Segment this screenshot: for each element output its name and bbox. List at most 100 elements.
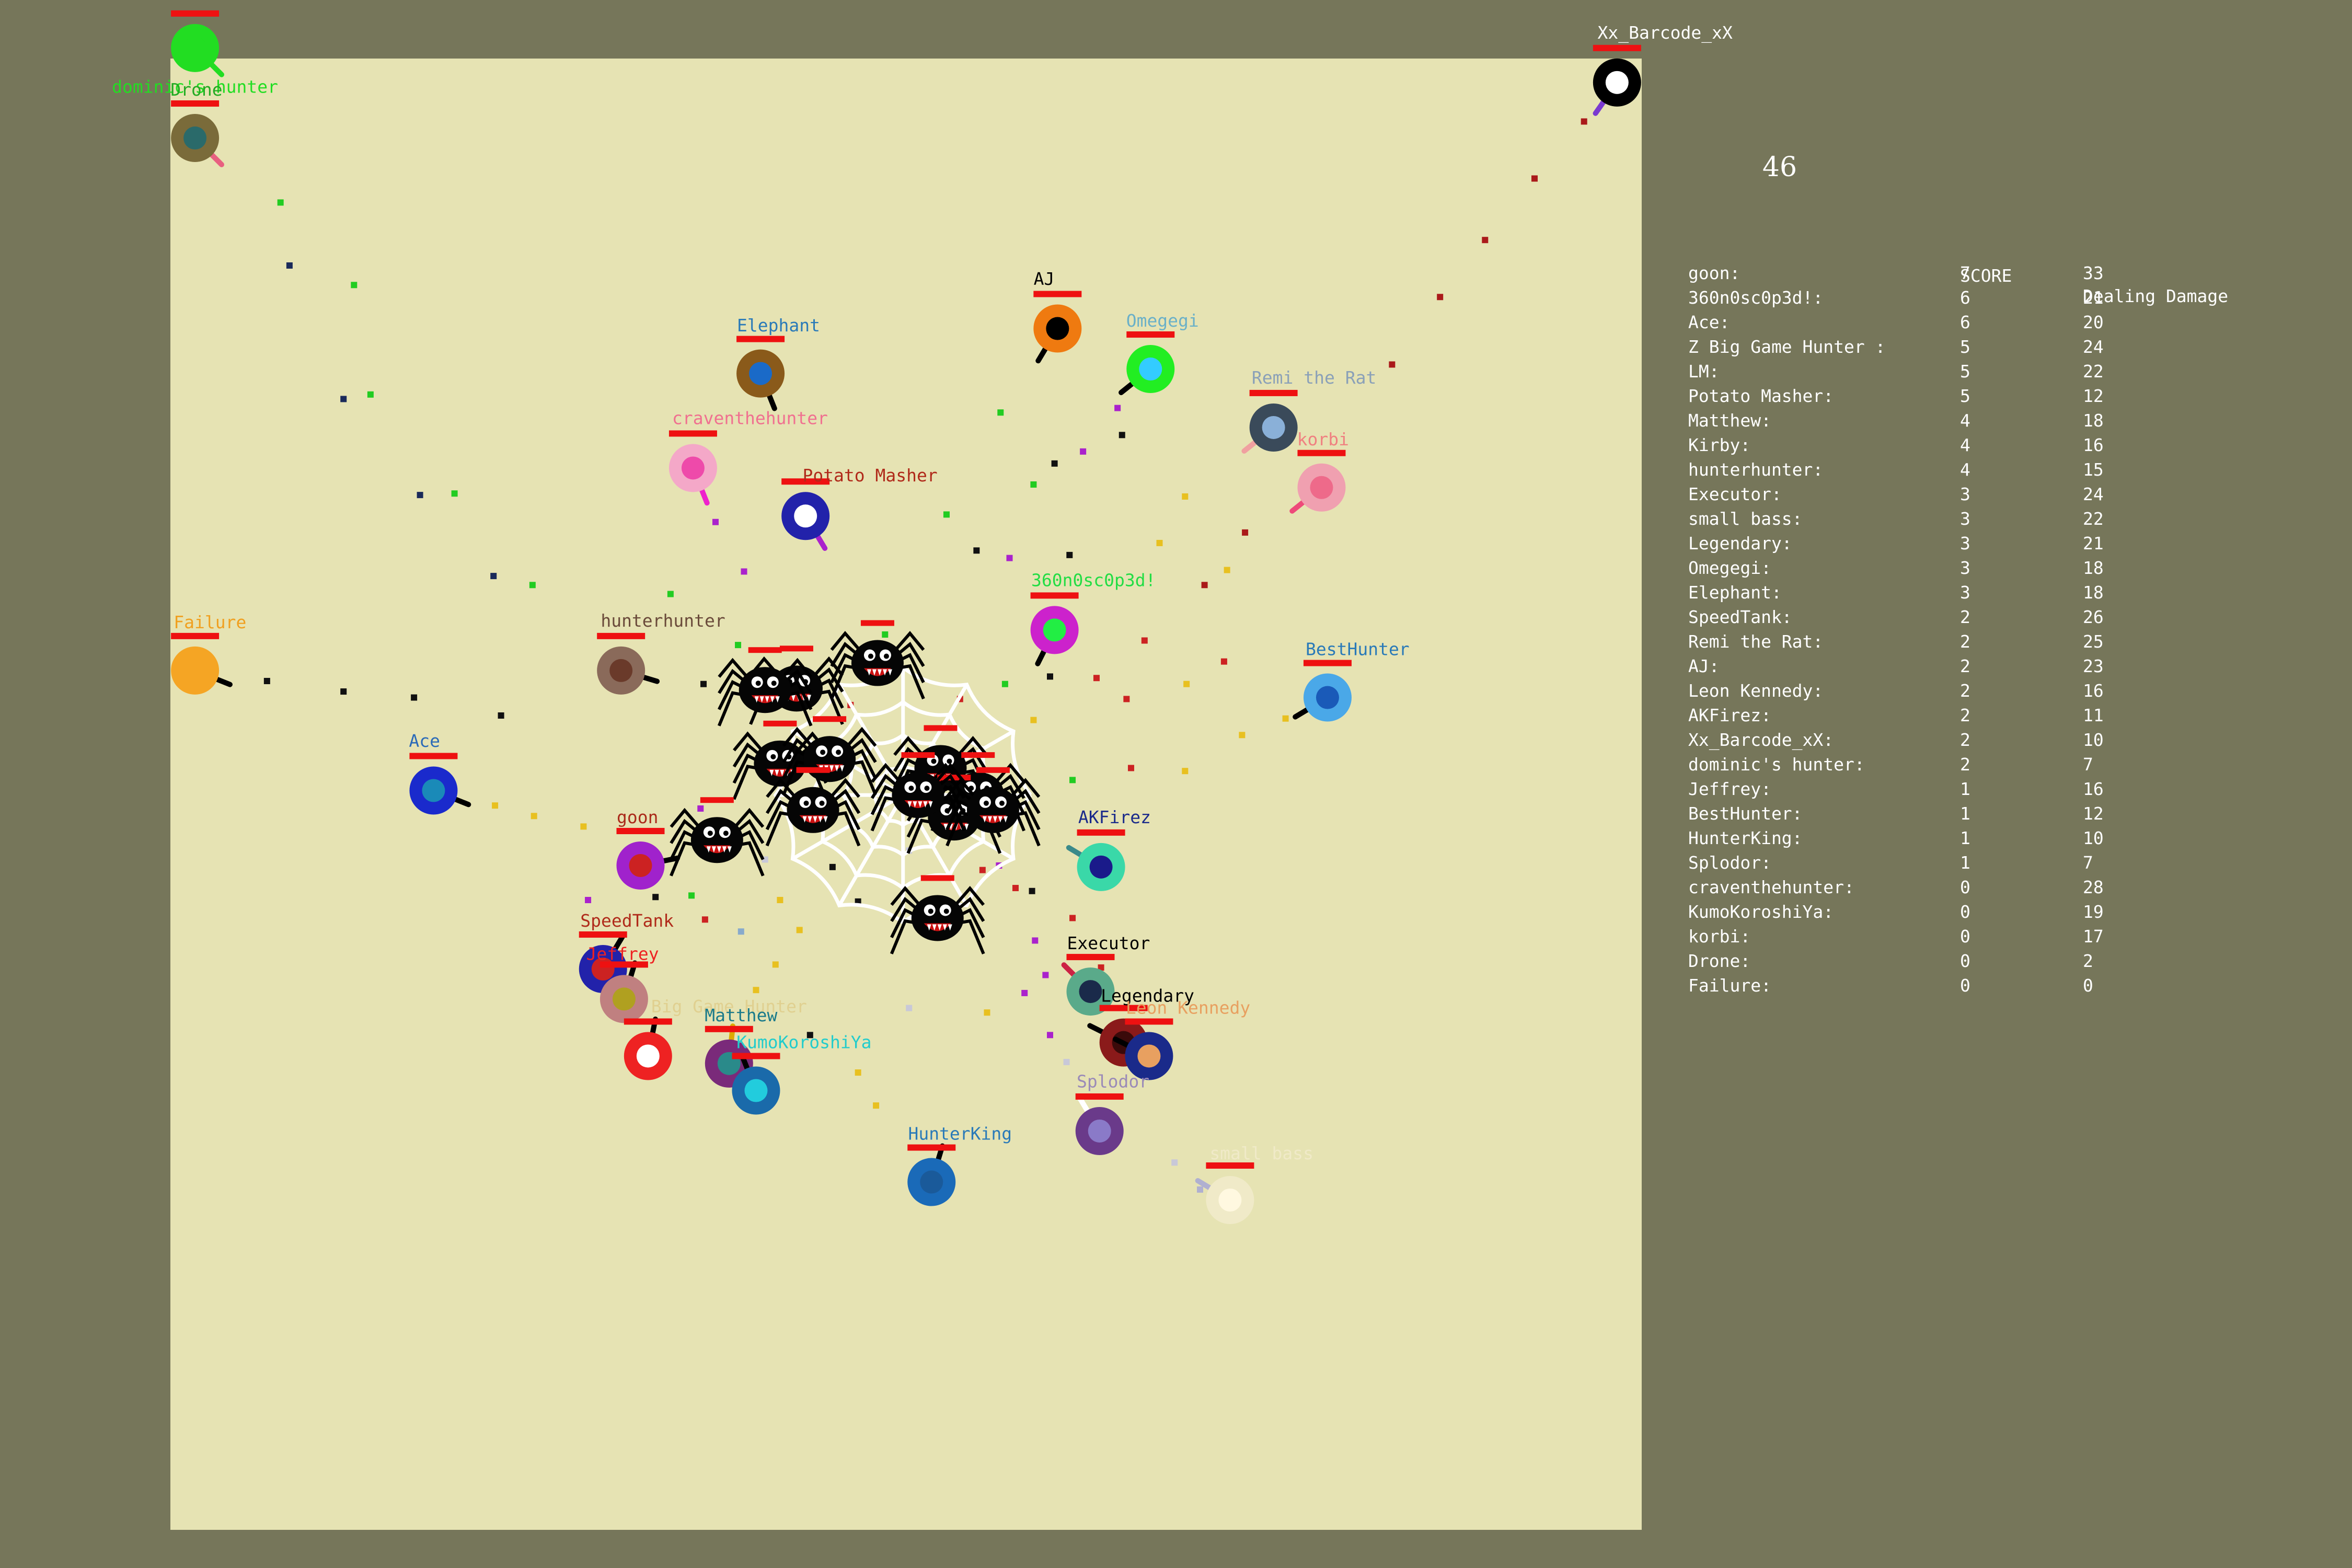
tank-core (920, 1170, 943, 1194)
bullet-dot (1119, 432, 1125, 439)
player-tank: HunterKing (907, 1124, 1012, 1206)
bullet-dot (263, 677, 270, 684)
scoreboard-row: Omegegi: 3 18 (1688, 558, 2274, 582)
row-score: 2 (1960, 607, 1970, 627)
health-bar (1077, 829, 1125, 836)
bullet-dot (1201, 582, 1208, 589)
player-name-label: Elephant (737, 315, 820, 336)
row-player-name: Ace: (1688, 312, 1730, 332)
row-damage: 12 (2083, 386, 2104, 406)
player-name-label: SpeedTank (580, 910, 674, 931)
bullet-dot (451, 490, 458, 497)
row-damage: 10 (2083, 828, 2104, 848)
row-damage: 22 (2083, 509, 2104, 529)
bullet-dot (1156, 539, 1163, 546)
scoreboard-row: goon: 7 33 (1688, 263, 2274, 287)
players-layer: dominic's hunterDroneXx_Barcode_xXElepha… (112, 10, 1733, 1224)
row-player-name: AKFirez: (1688, 705, 1771, 725)
bullet-dot (1282, 715, 1289, 722)
bullet-dot (1063, 1058, 1070, 1065)
health-bar (597, 632, 645, 639)
health-bar (732, 1053, 780, 1059)
bullet-dot (667, 591, 674, 597)
tank-core (1316, 686, 1339, 709)
row-player-name: korbi: (1688, 926, 1751, 947)
player-tank: 360n0sc0p3d! (1030, 570, 1156, 666)
row-player-name: KumoKoroshiYa: (1688, 902, 1834, 922)
player-name-label: Leon Kennedy (1126, 998, 1250, 1018)
bullet-dot (1224, 567, 1230, 573)
tank-core (1605, 71, 1629, 94)
bullet-dot (979, 867, 986, 873)
scoreboard-row: dominic's hunter: 2 7 (1688, 754, 2274, 779)
row-damage: 18 (2083, 582, 2104, 603)
row-score: 5 (1960, 337, 1970, 357)
row-player-name: LM: (1688, 361, 1720, 382)
row-player-name: Kirby: (1688, 435, 1751, 455)
row-score: 3 (1960, 558, 1970, 578)
tank-core (1046, 317, 1069, 340)
tank-core (681, 456, 705, 480)
bullet-dot (1001, 681, 1008, 687)
row-score: 1 (1960, 828, 1970, 848)
tank-core (612, 987, 636, 1011)
row-damage: 16 (2083, 681, 2104, 701)
player-name-label: korbi (1297, 429, 1349, 449)
bullet-dot (753, 987, 759, 994)
row-score: 0 (1960, 926, 1970, 947)
spider-health-bar (779, 645, 813, 652)
health-bar (171, 100, 220, 107)
bullet-dot (1531, 175, 1538, 182)
player-name-label: Failure (174, 612, 246, 632)
scoreboard-row: AJ: 2 23 (1688, 656, 2274, 681)
player-tank: KumoKoroshiYa (732, 1032, 871, 1115)
bullet-dot (1051, 460, 1058, 467)
row-damage: 16 (2083, 435, 2104, 455)
scoreboard-row: 360n0sc0p3d!: 6 21 (1688, 287, 2274, 312)
row-score: 3 (1960, 533, 1970, 554)
scoreboard-row: Drone: 0 2 (1688, 951, 2274, 975)
row-damage: 12 (2083, 803, 2104, 824)
player-tank: Splodor (1075, 1071, 1149, 1155)
scoreboard-row: Z Big Game Hunter : 5 24 (1688, 337, 2274, 361)
row-score: 6 (1960, 287, 1970, 308)
scoreboard-row: SpeedTank: 2 26 (1688, 607, 2274, 631)
bullet-dot (529, 582, 536, 589)
player-tank: Potato Masher (781, 465, 938, 551)
tank-core (749, 362, 773, 385)
spider-health-bar (813, 716, 847, 722)
player-name-label: craventhehunter (672, 408, 828, 429)
health-bar (624, 1018, 672, 1025)
bullet-dot (1389, 361, 1396, 368)
tank-core (1089, 855, 1113, 879)
row-damage: 26 (2083, 607, 2104, 627)
row-player-name: HunterKing: (1688, 828, 1803, 848)
player-tank: small bass (1195, 1143, 1313, 1224)
row-damage: 21 (2083, 533, 2104, 554)
tank-core (629, 854, 652, 877)
row-player-name: AJ: (1688, 656, 1720, 676)
scoreboard-row: Ace: 6 20 (1688, 312, 2274, 337)
row-player-name: goon: (1688, 263, 1740, 283)
row-damage: 17 (2083, 926, 2104, 947)
row-score: 5 (1960, 386, 1970, 406)
row-score: 3 (1960, 509, 1970, 529)
bullet-dot (1182, 768, 1189, 775)
bullet-dot (906, 1005, 913, 1011)
row-player-name: BestHunter: (1688, 803, 1803, 824)
row-score: 4 (1960, 435, 1970, 455)
bullet-dot (498, 712, 504, 719)
scoreboard-row: Leon Kennedy: 2 16 (1688, 681, 2274, 705)
bullet-dot (855, 1069, 861, 1076)
player-tank: Ace (409, 731, 471, 815)
spider-health-bar (920, 875, 954, 881)
bullet-dot (531, 813, 537, 820)
player-name-label: hunterhunter (601, 610, 725, 631)
bullet-dot (1032, 937, 1039, 944)
row-player-name: Drone: (1688, 951, 1751, 971)
bullet-dot (1042, 972, 1049, 978)
bullet-dot (1239, 732, 1246, 739)
player-name-label: AKFirez (1078, 807, 1151, 827)
row-score: 0 (1960, 975, 1970, 996)
bullet-dot (1482, 237, 1489, 244)
